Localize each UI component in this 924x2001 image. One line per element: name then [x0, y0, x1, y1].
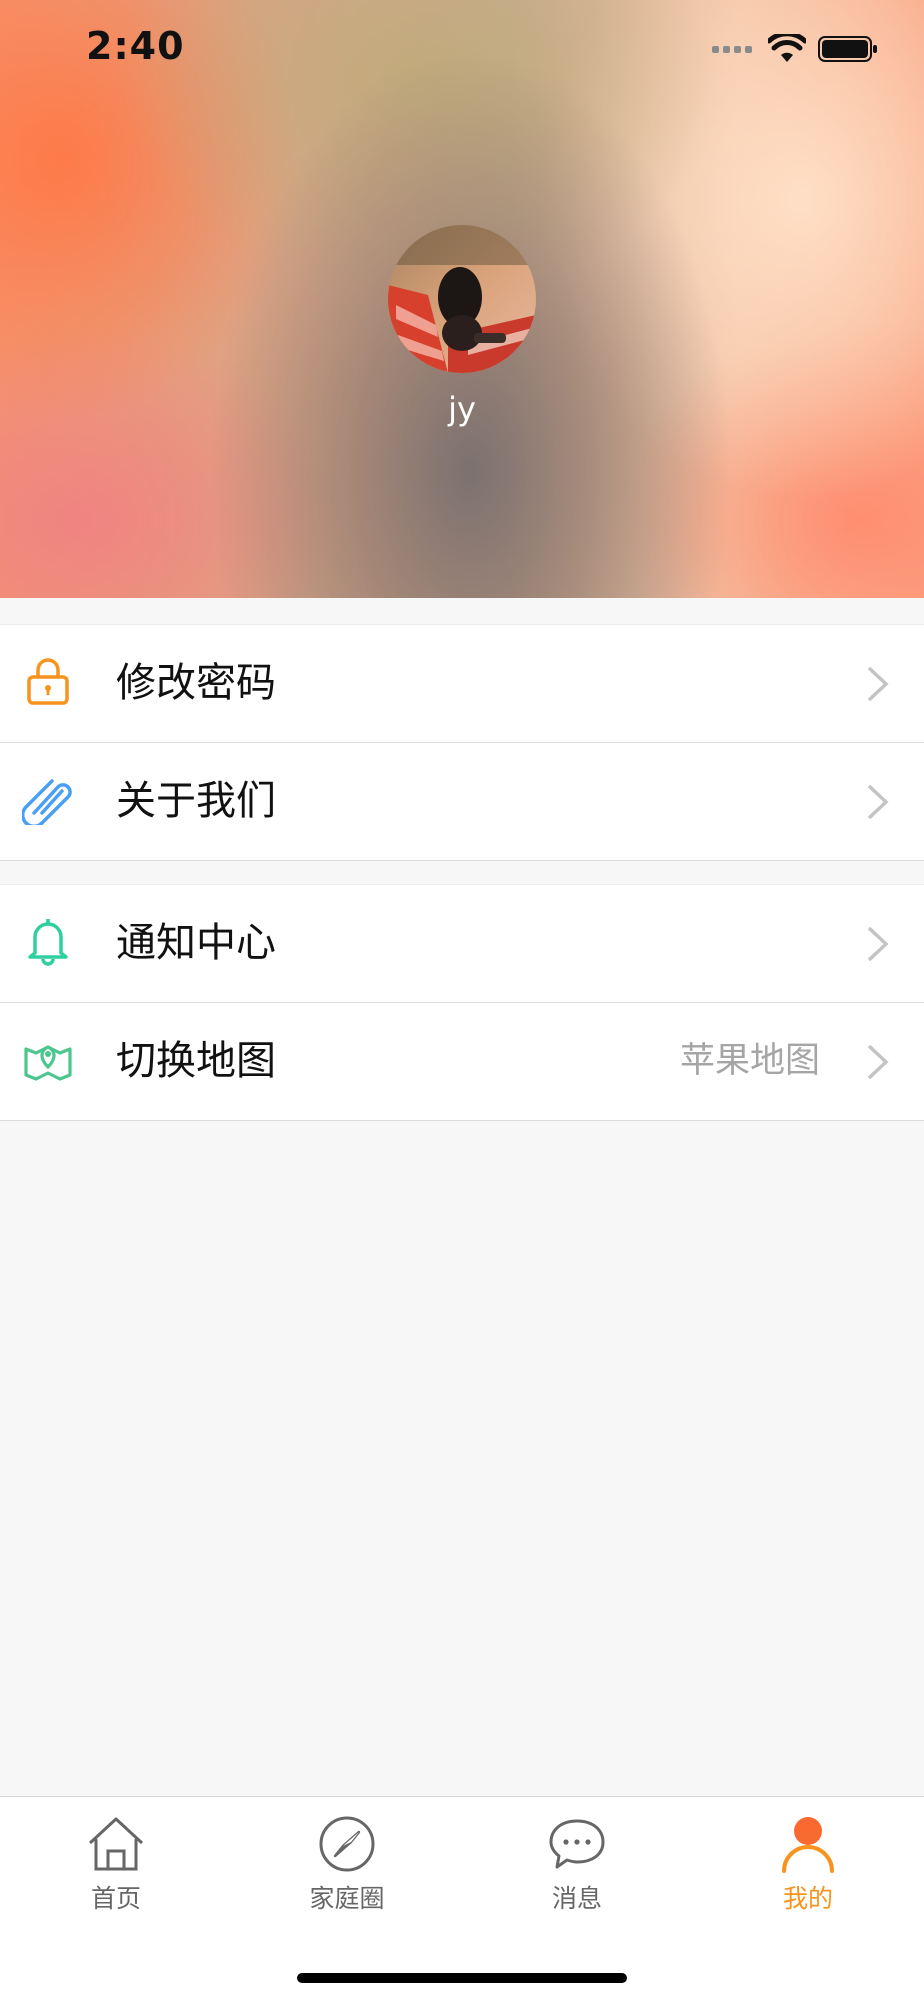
chat-bubble-icon	[549, 1819, 605, 1869]
status-icons	[712, 34, 878, 64]
username: jy	[448, 390, 476, 428]
menu-group-settings: 通知中心 切换地图 苹果地图	[0, 884, 924, 1121]
menu-item-label: 修改密码	[116, 660, 276, 706]
tab-bar: 首页 家庭圈 消息 我的	[0, 1796, 924, 2001]
home-indicator	[297, 1973, 627, 1983]
tab-messages[interactable]: 消息	[507, 1815, 647, 1915]
tab-label: 家庭圈	[309, 1884, 385, 1913]
signal-icon	[712, 46, 752, 53]
status-time: 2:40	[86, 24, 185, 68]
chevron-right-icon	[867, 926, 889, 962]
tab-label: 首页	[90, 1884, 141, 1913]
tab-label: 消息	[551, 1884, 602, 1913]
bell-icon	[28, 919, 68, 966]
person-icon	[782, 1817, 834, 1873]
battery-icon	[818, 36, 877, 62]
tab-label: 我的	[782, 1884, 833, 1913]
menu-item-change-password[interactable]: 修改密码	[0, 625, 924, 743]
home-icon	[88, 1817, 144, 1871]
tab-family-circle[interactable]: 家庭圈	[277, 1815, 417, 1915]
map-pin-icon	[24, 1045, 72, 1081]
menu-item-label: 关于我们	[116, 778, 276, 824]
avatar-image	[388, 225, 536, 373]
paperclip-icon	[22, 779, 72, 825]
chevron-right-icon	[867, 1044, 889, 1080]
current-map-value: 苹果地图	[679, 1041, 820, 1081]
lock-icon	[27, 658, 69, 705]
avatar[interactable]	[388, 225, 536, 373]
chevron-right-icon	[867, 784, 889, 820]
chevron-right-icon	[867, 666, 889, 702]
menu-item-label: 通知中心	[116, 920, 276, 966]
menu-group-account: 修改密码 关于我们	[0, 624, 924, 861]
profile-header: 2:40 jy	[0, 0, 924, 598]
compass-icon	[319, 1816, 375, 1872]
menu-item-about-us[interactable]: 关于我们	[0, 743, 924, 861]
wifi-icon	[768, 34, 806, 62]
menu-item-notification-center[interactable]: 通知中心	[0, 885, 924, 1003]
tab-home[interactable]: 首页	[46, 1815, 186, 1915]
menu-item-label: 切换地图	[116, 1038, 276, 1084]
tab-mine[interactable]: 我的	[738, 1815, 878, 1915]
menu-item-switch-map[interactable]: 切换地图 苹果地图	[0, 1003, 924, 1121]
